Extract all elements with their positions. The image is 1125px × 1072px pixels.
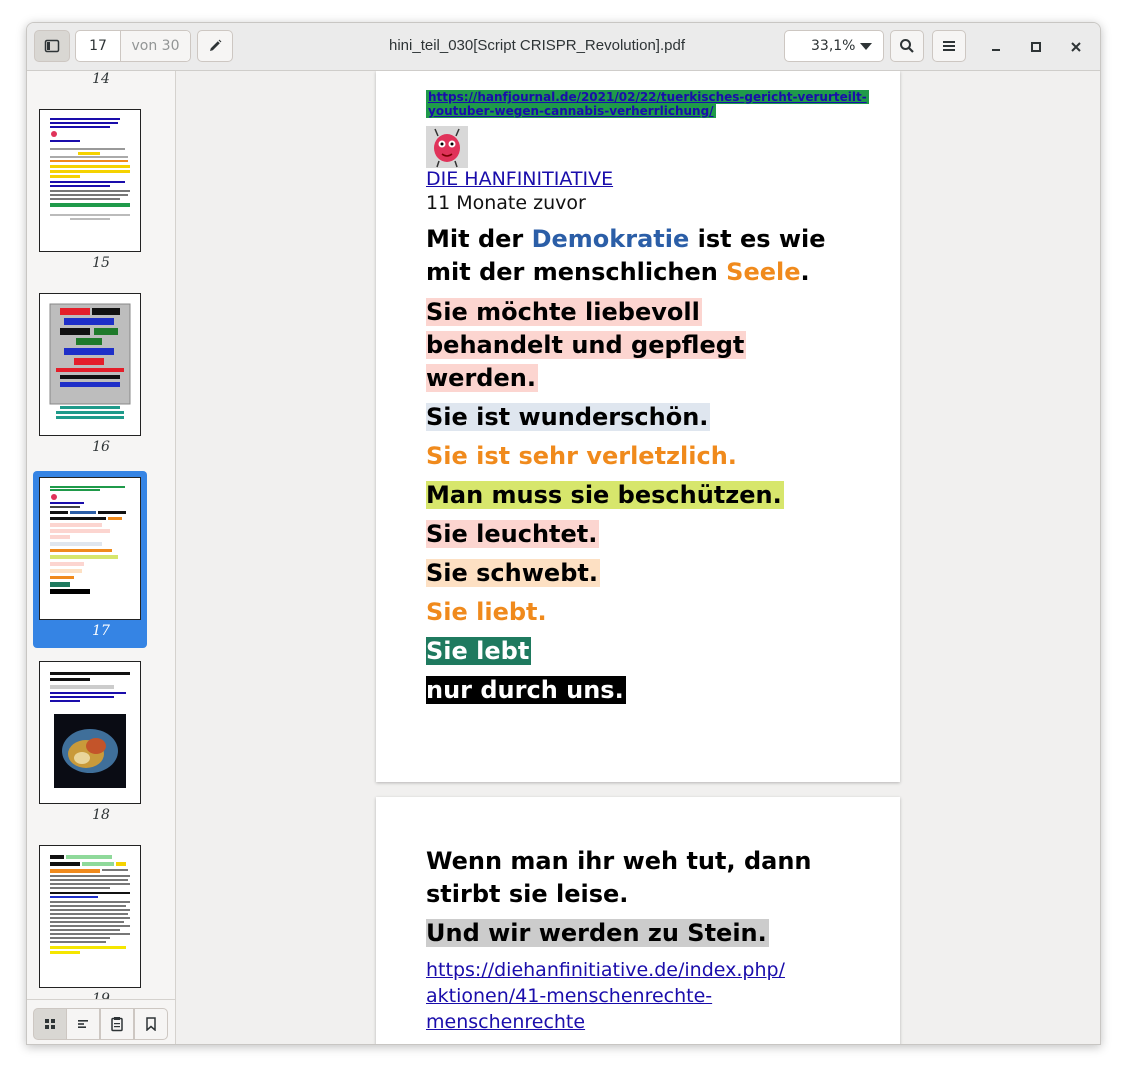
text-line-5: werden. [426, 364, 538, 392]
text-line-9: Sie leuchtet. [426, 520, 600, 548]
thumbnail-page-17[interactable] [39, 477, 141, 620]
hanfjournal-link[interactable]: https://hanfjournal.de/2021/02/22/tuerki… [426, 90, 869, 118]
document-viewer-window: 17 von 30 hini_teil_030[Script CRISPR_Re… [26, 22, 1101, 1045]
thumbnail-page-16[interactable] [39, 293, 141, 436]
thumb-page-number-selected: 17 [92, 623, 110, 639]
bookmark-icon [146, 1017, 156, 1031]
grid-icon [45, 1019, 55, 1029]
outline-icon [78, 1020, 88, 1028]
zoom-dropdown[interactable]: 33,1% [784, 30, 884, 62]
annotations-icon [111, 1017, 123, 1032]
word-demokratie: Demokratie [531, 225, 690, 253]
pdf-page-18: Wenn man ihr weh tut, dann stirbt sie le… [376, 797, 900, 1044]
p18-text-line-1: Wenn man ihr weh tut, dann [426, 847, 812, 875]
text-line-3: Sie möchte liebevoll [426, 298, 702, 326]
outline-view-button[interactable] [66, 1008, 100, 1040]
thumbnails-view-button[interactable] [33, 1008, 67, 1040]
author-link[interactable]: DIE HANFINITIATIVE [426, 167, 613, 191]
url-line[interactable]: https://hanfjournal.de/2021/02/22/tuerki… [426, 90, 869, 104]
page-17-preview [50, 486, 126, 594]
thumb-page-number: 16 [92, 439, 110, 455]
maximize-icon [1031, 42, 1041, 52]
thumb-page-number: 18 [92, 807, 110, 823]
menschenrechte-link[interactable]: https://diehanfinitiative.de/index.php/ … [426, 957, 785, 1035]
thumbnail-page-18[interactable] [39, 661, 141, 804]
text-line-12: Sie lebt [426, 637, 532, 665]
thumbnail-page-19[interactable] [39, 845, 141, 988]
page-number-entry[interactable]: 17 von 30 [75, 30, 191, 62]
text-line-10: Sie schwebt. [426, 559, 600, 587]
close-icon [1071, 42, 1081, 52]
search-icon [900, 39, 914, 53]
word-seele: Seele [726, 258, 801, 286]
text-line-8: Man muss sie beschützen. [426, 481, 784, 509]
current-page-field[interactable]: 17 [76, 31, 121, 61]
main-menu-button[interactable] [932, 30, 966, 62]
text-line-4: behandelt und gepflegt [426, 331, 747, 359]
text-line-13: nur durch uns. [426, 676, 626, 704]
document-view[interactable]: https://hanfjournal.de/2021/02/22/tuerki… [176, 71, 1100, 1044]
thumb-page-number: 14 [92, 71, 110, 87]
text-line-7: Sie ist sehr verletzlich. [426, 442, 737, 470]
document-title: hini_teil_030[Script CRISPR_Revolution].… [389, 37, 685, 54]
minimize-button[interactable] [985, 36, 1007, 58]
sidebar-toggle-button[interactable] [34, 30, 70, 62]
close-button[interactable] [1065, 36, 1087, 58]
p18-text-line-3: Und wir werden zu Stein. [426, 919, 769, 947]
text-line-1: Mit der Demokratie ist es wie [426, 225, 826, 253]
page-19-preview [50, 855, 130, 954]
zoom-level: 33,1% [811, 38, 856, 54]
pencil-icon [210, 39, 222, 51]
post-time: 11 Monate zuvor [426, 192, 586, 214]
thumb-page-number: 15 [92, 255, 110, 271]
bookmarks-view-button[interactable] [134, 1008, 168, 1040]
chevron-down-icon [860, 43, 872, 50]
p18-text-line-2: stirbt sie leise. [426, 880, 629, 908]
thumbnail-sidebar: 14 15 16 17 18 [27, 71, 176, 1044]
total-pages-label: von 30 [121, 31, 190, 61]
maximize-button[interactable] [1025, 36, 1047, 58]
minimize-icon [992, 49, 1000, 51]
text-line-2: mit der menschlichen Seele. [426, 258, 810, 286]
page-18-preview [50, 672, 130, 788]
text-line-6: Sie ist wunderschön. [426, 403, 711, 431]
page-16-preview [49, 303, 131, 419]
annotate-button[interactable] [197, 30, 233, 62]
thumbnail-page-15[interactable] [39, 109, 141, 252]
sidebar-icon [44, 39, 60, 53]
annotations-view-button[interactable] [100, 1008, 134, 1040]
header-bar: 17 von 30 hini_teil_030[Script CRISPR_Re… [27, 23, 1100, 71]
search-button[interactable] [890, 30, 924, 62]
url-line[interactable]: youtuber-wegen-cannabis-verherrlichung/ [426, 104, 716, 118]
pdf-page-17: https://hanfjournal.de/2021/02/22/tuerki… [376, 71, 900, 782]
page-15-preview [50, 118, 130, 220]
hamburger-menu-icon [943, 41, 955, 51]
text-line-11: Sie liebt. [426, 598, 547, 626]
sidebar-mode-switcher [27, 999, 175, 1044]
hanf-mascot-avatar [426, 126, 468, 168]
